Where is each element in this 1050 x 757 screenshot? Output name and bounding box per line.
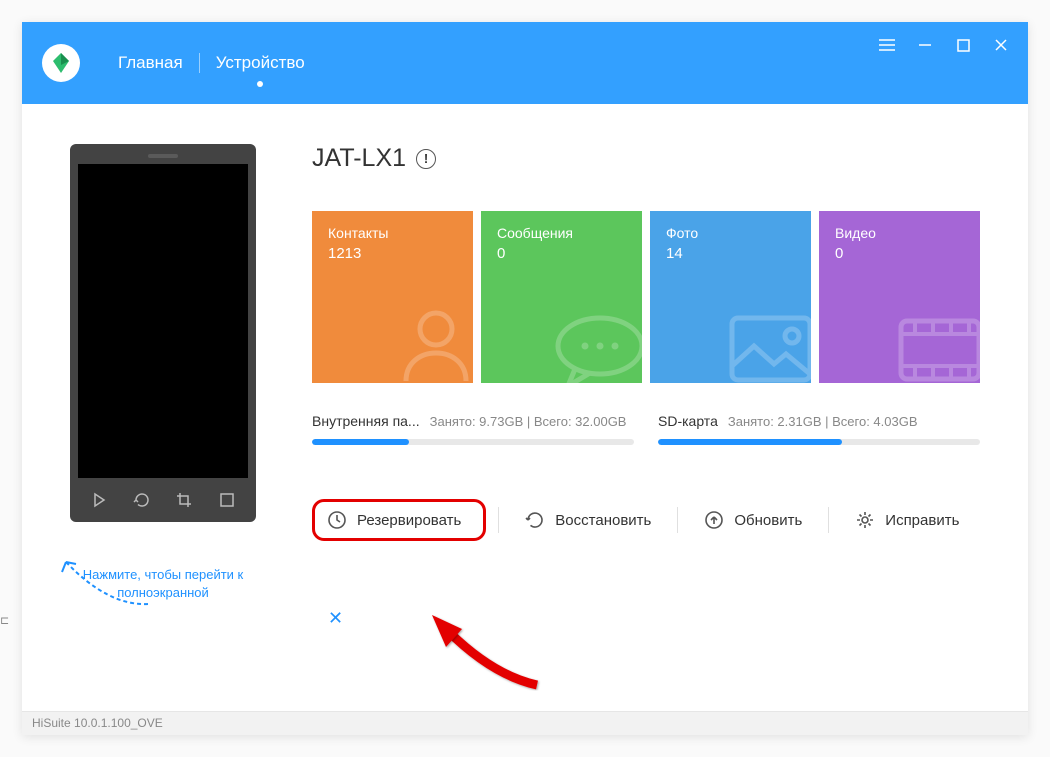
phone-navbar (78, 478, 248, 510)
update-label: Обновить (734, 512, 802, 529)
contacts-icon (391, 301, 473, 383)
phone-speaker (148, 154, 178, 158)
device-name-heading: JAT-LX1 ! (312, 144, 980, 173)
hint-arrow-annotation (48, 554, 158, 614)
app-logo (42, 44, 80, 82)
phone-back-icon[interactable] (89, 490, 109, 510)
tile-photos-label: Фото (666, 225, 795, 241)
tile-videos-count: 0 (835, 245, 964, 262)
phone-screen[interactable] (78, 164, 248, 478)
window-controls (878, 36, 1010, 54)
update-icon (704, 510, 724, 530)
main-nav: Главная Устройство (102, 53, 321, 73)
tile-photos[interactable]: Фото 14 (650, 211, 811, 383)
tile-messages-count: 0 (497, 245, 626, 262)
storage-sd: SD-карта Занято: 2.31GB | Всего: 4.03GB (658, 413, 980, 445)
status-bar: HiSuite 10.0.1.100_OVE (22, 711, 1028, 735)
phone-refresh-icon[interactable] (132, 490, 152, 510)
backup-icon (327, 510, 347, 530)
videos-icon (893, 306, 980, 383)
storage-sd-name: SD-карта (658, 413, 718, 429)
content-area: Нажмите, чтобы перейти к полноэкранной J… (22, 104, 1028, 711)
maximize-button[interactable] (954, 36, 972, 54)
device-name-text: JAT-LX1 (312, 144, 406, 173)
nav-device[interactable]: Устройство (200, 53, 321, 73)
messages-icon (550, 311, 642, 383)
fix-label: Исправить (885, 512, 959, 529)
nav-device-label: Устройство (216, 53, 305, 72)
tile-messages[interactable]: Сообщения 0 (481, 211, 642, 383)
storage-internal-fill (312, 439, 409, 445)
action-sep (498, 507, 499, 533)
version-text: HiSuite 10.0.1.100_OVE (32, 716, 163, 730)
storage-sd-fill (658, 439, 842, 445)
action-sep (677, 507, 678, 533)
tile-videos[interactable]: Видео 0 (819, 211, 980, 383)
close-button[interactable] (992, 36, 1010, 54)
backup-label: Резервировать (357, 512, 461, 529)
menu-button[interactable] (878, 36, 896, 54)
main-panel: JAT-LX1 ! Контакты 1213 Сообщения 0 Фото… (312, 144, 980, 691)
info-icon[interactable]: ! (416, 149, 436, 169)
restore-label: Восстановить (555, 512, 651, 529)
category-tiles: Контакты 1213 Сообщения 0 Фото 14 Видео … (312, 211, 980, 383)
close-hint-icon[interactable]: ✕ (328, 608, 343, 629)
backup-button[interactable]: Резервировать (312, 499, 486, 541)
storage-sd-info: Занято: 2.31GB | Всего: 4.03GB (728, 414, 918, 429)
storage-section: Внутренняя па... Занято: 9.73GB | Всего:… (312, 413, 980, 445)
update-button[interactable]: Обновить (690, 500, 816, 540)
phone-fullscreen-icon[interactable] (217, 490, 237, 510)
tile-contacts-label: Контакты (328, 225, 457, 241)
nav-home[interactable]: Главная (102, 53, 199, 73)
tile-videos-label: Видео (835, 225, 964, 241)
titlebar: Главная Устройство (22, 22, 1028, 104)
nav-active-indicator (257, 81, 263, 87)
gear-icon (855, 510, 875, 530)
storage-internal-bar (312, 439, 634, 445)
storage-sd-bar (658, 439, 980, 445)
action-buttons: Резервировать Восстановить Обновить (312, 499, 980, 541)
tile-photos-count: 14 (666, 245, 795, 262)
side-marker: ⊏ (0, 614, 8, 626)
app-window: Главная Устройство (22, 22, 1028, 735)
storage-internal-name: Внутренняя па... (312, 413, 420, 429)
tile-contacts[interactable]: Контакты 1213 (312, 211, 473, 383)
phone-mockup (70, 144, 256, 522)
action-sep (828, 507, 829, 533)
storage-internal: Внутренняя па... Занято: 9.73GB | Всего:… (312, 413, 634, 445)
tile-messages-label: Сообщения (497, 225, 626, 241)
fix-button[interactable]: Исправить (841, 500, 973, 540)
minimize-button[interactable] (916, 36, 934, 54)
phone-crop-icon[interactable] (174, 490, 194, 510)
tile-contacts-count: 1213 (328, 245, 457, 262)
photos-icon (724, 306, 811, 383)
restore-button[interactable]: Восстановить (511, 500, 665, 540)
restore-icon (525, 510, 545, 530)
storage-internal-info: Занято: 9.73GB | Всего: 32.00GB (430, 414, 627, 429)
